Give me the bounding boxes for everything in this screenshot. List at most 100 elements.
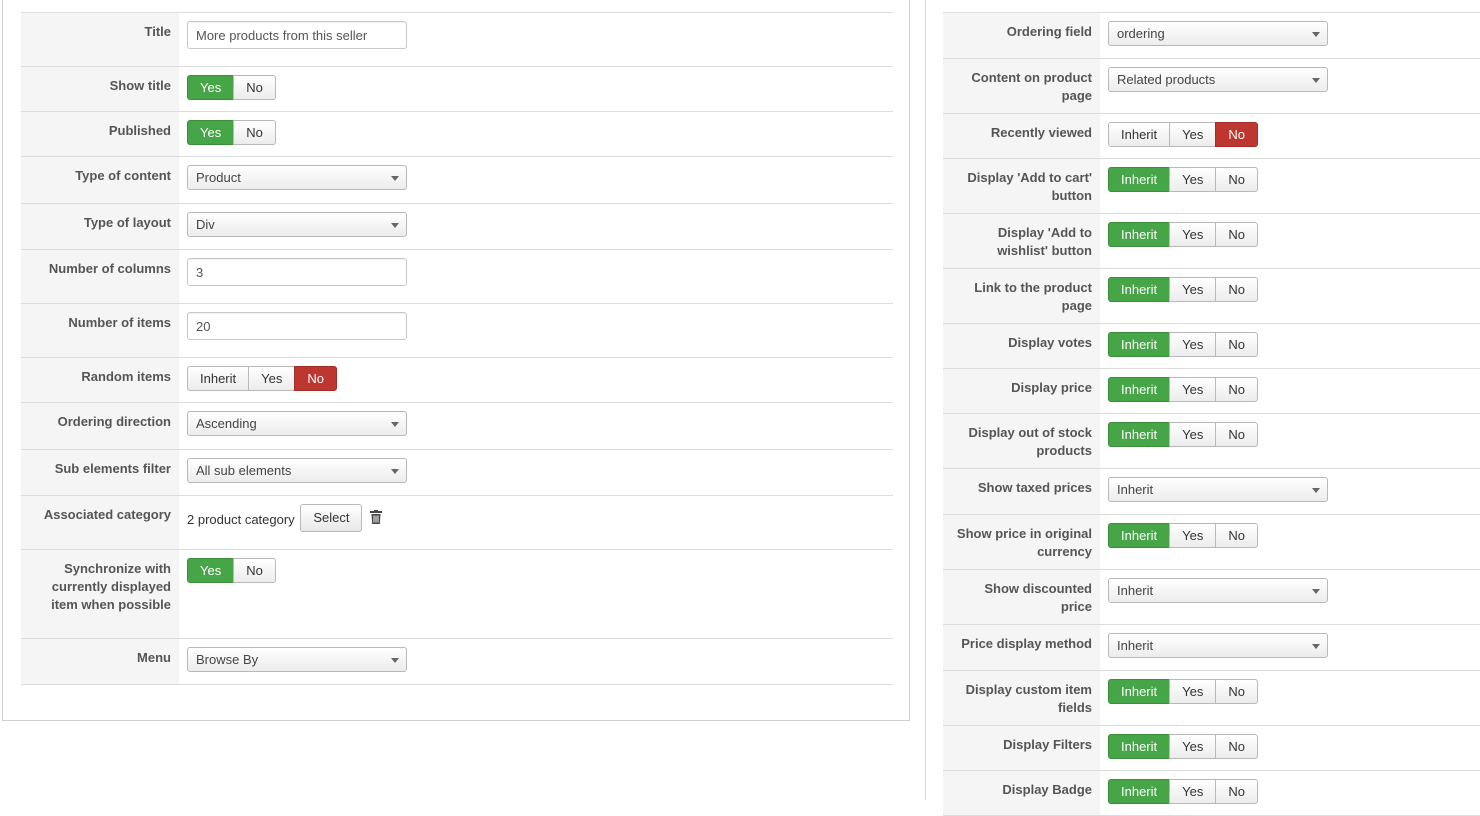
display-badge-label: Display Badge [943,770,1100,816]
menu-select[interactable]: Browse By [187,647,407,672]
add-to-cart-label: Display 'Add to cart' button [943,158,1100,214]
trash-icon[interactable] [370,509,383,527]
row-link-product-page: Link to the product page Inherit Yes No [943,268,1480,324]
original-currency-no-button[interactable]: No [1215,523,1258,548]
link-product-page-label: Link to the product page [943,268,1100,324]
random-items-yes-button[interactable]: Yes [248,366,296,391]
display-price-inherit-button[interactable]: Inherit [1108,377,1171,402]
out-of-stock-label: Display out of stock products [943,413,1100,469]
add-to-wishlist-toggle: Inherit Yes No [1108,222,1258,247]
add-to-wishlist-no-button[interactable]: No [1215,222,1258,247]
price-display-method-select[interactable]: Inherit [1108,633,1328,658]
link-product-page-inherit-button[interactable]: Inherit [1108,277,1171,302]
display-votes-yes-button[interactable]: Yes [1169,332,1217,357]
type-of-content-value: Product [196,170,241,185]
show-title-yes-button[interactable]: Yes [187,75,235,100]
link-product-page-yes-button[interactable]: Yes [1169,277,1217,302]
recently-viewed-yes-button[interactable]: Yes [1169,122,1217,147]
display-price-yes-button[interactable]: Yes [1169,377,1217,402]
price-display-method-value: Inherit [1117,638,1154,653]
row-display-filters: Display Filters Inherit Yes No [943,725,1480,771]
sub-elements-filter-label: Sub elements filter [21,449,179,496]
display-votes-inherit-button[interactable]: Inherit [1108,332,1171,357]
published-toggle: Yes No [187,120,276,145]
show-taxed-prices-select[interactable]: Inherit [1108,477,1328,502]
type-of-content-label: Type of content [21,156,179,204]
published-yes-button[interactable]: Yes [187,120,235,145]
out-of-stock-inherit-button[interactable]: Inherit [1108,422,1171,447]
random-items-no-button[interactable]: No [294,366,337,391]
display-votes-label: Display votes [943,323,1100,369]
display-filters-no-button[interactable]: No [1215,734,1258,759]
row-ordering-field: Ordering field ordering [943,12,1480,59]
link-product-page-no-button[interactable]: No [1215,277,1258,302]
add-to-wishlist-yes-button[interactable]: Yes [1169,222,1217,247]
content-on-product-page-label: Content on product page [943,58,1100,114]
original-currency-toggle: Inherit Yes No [1108,523,1258,548]
show-taxed-prices-value: Inherit [1117,482,1154,497]
published-no-button[interactable]: No [233,120,276,145]
original-currency-yes-button[interactable]: Yes [1169,523,1217,548]
synchronize-label: Synchronize with currently displayed ite… [21,549,179,639]
synchronize-yes-button[interactable]: Yes [187,558,235,583]
out-of-stock-no-button[interactable]: No [1215,422,1258,447]
out-of-stock-yes-button[interactable]: Yes [1169,422,1217,447]
add-to-cart-yes-button[interactable]: Yes [1169,167,1217,192]
custom-item-fields-yes-button[interactable]: Yes [1169,679,1217,704]
add-to-cart-no-button[interactable]: No [1215,167,1258,192]
title-input[interactable]: More products from this seller [187,21,407,49]
display-filters-yes-button[interactable]: Yes [1169,734,1217,759]
chevron-down-icon [391,223,399,228]
add-to-wishlist-inherit-button[interactable]: Inherit [1108,222,1171,247]
discounted-price-select[interactable]: Inherit [1108,578,1328,603]
ordering-field-select[interactable]: ordering [1108,21,1328,46]
number-of-columns-input[interactable]: 3 [187,258,407,286]
left-params-table: Title More products from this seller Sho… [21,12,893,685]
chevron-down-icon [391,176,399,181]
number-of-items-input[interactable]: 20 [187,312,407,340]
display-filters-inherit-button[interactable]: Inherit [1108,734,1171,759]
random-items-inherit-button[interactable]: Inherit [187,366,250,391]
display-badge-yes-button[interactable]: Yes [1169,779,1217,804]
recently-viewed-no-button[interactable]: No [1215,122,1258,147]
type-of-content-select[interactable]: Product [187,165,407,190]
original-currency-inherit-button[interactable]: Inherit [1108,523,1171,548]
row-random-items: Random items Inherit Yes No [21,357,893,403]
associated-category-label: Associated category [21,495,179,550]
menu-value: Browse By [196,652,259,667]
select-category-button[interactable]: Select [300,504,363,532]
display-badge-no-button[interactable]: No [1215,779,1258,804]
custom-item-fields-toggle: Inherit Yes No [1108,679,1258,704]
display-badge-inherit-button[interactable]: Inherit [1108,779,1171,804]
row-title: Title More products from this seller [21,12,893,67]
show-title-no-button[interactable]: No [233,75,276,100]
chevron-down-icon [1312,32,1320,37]
custom-item-fields-no-button[interactable]: No [1215,679,1258,704]
custom-item-fields-inherit-button[interactable]: Inherit [1108,679,1171,704]
add-to-cart-inherit-button[interactable]: Inherit [1108,167,1171,192]
display-votes-no-button[interactable]: No [1215,332,1258,357]
ordering-direction-value: Ascending [196,416,257,431]
display-price-toggle: Inherit Yes No [1108,377,1258,402]
display-price-no-button[interactable]: No [1215,377,1258,402]
out-of-stock-toggle: Inherit Yes No [1108,422,1258,447]
type-of-layout-label: Type of layout [21,203,179,250]
show-taxed-prices-label: Show taxed prices [943,468,1100,515]
type-of-layout-value: Div [196,217,215,232]
type-of-layout-select[interactable]: Div [187,212,407,237]
row-display-badge: Display Badge Inherit Yes No [943,770,1480,816]
sub-elements-filter-select[interactable]: All sub elements [187,458,407,483]
menu-label: Menu [21,638,179,685]
recently-viewed-inherit-button[interactable]: Inherit [1108,122,1171,147]
ordering-field-value: ordering [1117,26,1165,41]
recently-viewed-toggle: Inherit Yes No [1108,122,1258,147]
synchronize-no-button[interactable]: No [233,558,276,583]
chevron-down-icon [1312,644,1320,649]
display-filters-label: Display Filters [943,725,1100,771]
custom-item-fields-label: Display custom item fields [943,670,1100,726]
content-on-product-page-select[interactable]: Related products [1108,67,1328,92]
chevron-down-icon [391,658,399,663]
ordering-direction-select[interactable]: Ascending [187,411,407,436]
row-number-of-columns: Number of columns 3 [21,249,893,304]
row-associated-category: Associated category 2 product category S… [21,495,893,550]
